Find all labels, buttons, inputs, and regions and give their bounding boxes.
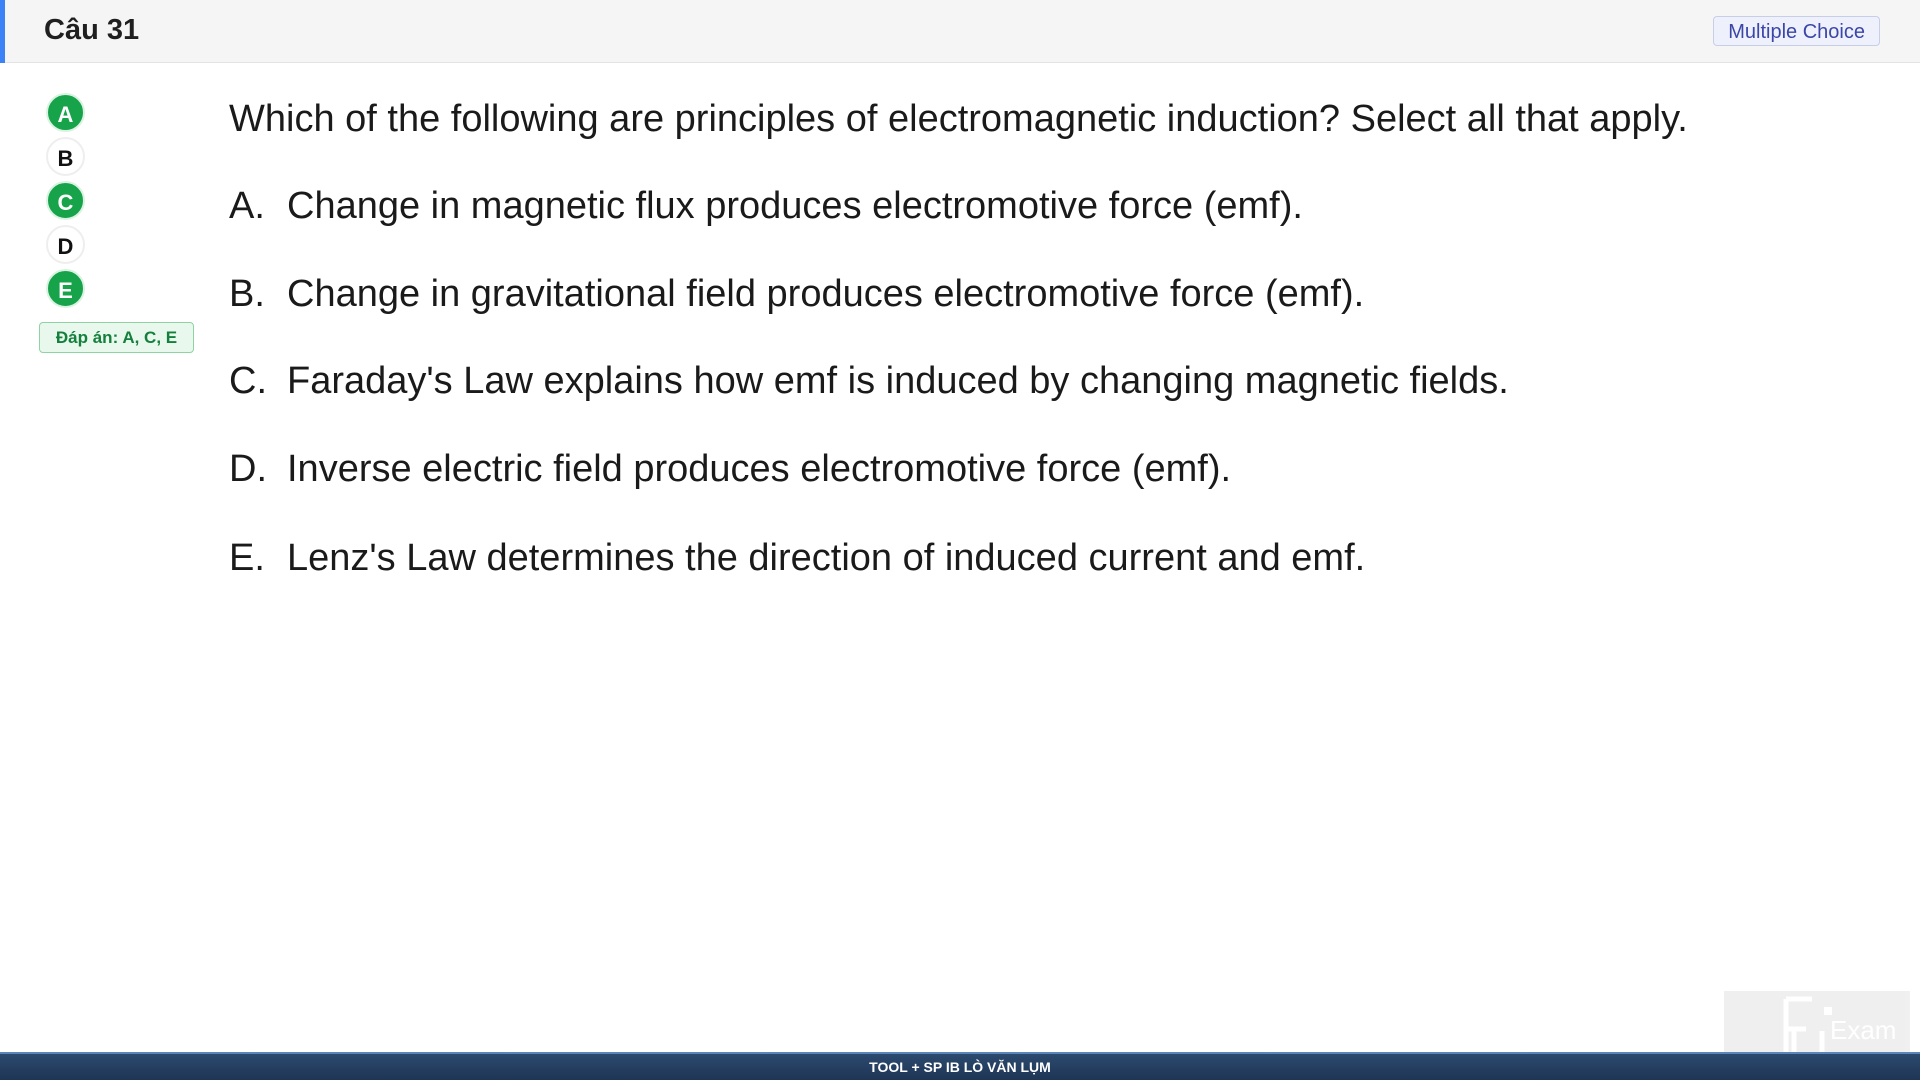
choice-letter: A.: [229, 185, 265, 227]
choice-b: B. Change in gravitational field produces…: [229, 270, 1364, 318]
footer-text: TOOL + SP IB LÒ VĂN LỤM: [869, 1059, 1051, 1075]
choice-letter: C.: [229, 360, 267, 402]
option-a-indicator[interactable]: A: [46, 93, 85, 132]
option-e-indicator[interactable]: E: [46, 269, 85, 308]
choice-a: A. Change in magnetic flux produces elect…: [229, 182, 1303, 230]
choice-letter: B.: [229, 273, 265, 315]
quiz-page: Câu 31 Multiple Choice A B C D E Đáp án:…: [0, 0, 1920, 1080]
answer-key-badge: Đáp án: A, C, E: [39, 322, 194, 353]
option-c-indicator[interactable]: C: [46, 181, 85, 220]
choice-e: E. Lenz's Law determines the direction of…: [229, 534, 1365, 582]
choice-letter: D.: [229, 448, 267, 490]
question-text: Which of the following are principles of…: [229, 98, 1688, 140]
choice-d: D. Inverse electric field produces electr…: [229, 445, 1231, 493]
choice-text: Lenz's Law determines the direction of i…: [287, 537, 1366, 579]
option-b-indicator[interactable]: B: [46, 137, 85, 176]
question-number-title: Câu 31: [44, 14, 140, 46]
option-d-indicator[interactable]: D: [46, 225, 85, 264]
choice-text: Inverse electric field produces electrom…: [287, 448, 1232, 490]
header-accent-bar: [0, 0, 5, 63]
choice-text: Change in magnetic flux produces electro…: [287, 185, 1303, 227]
logo-text: Exam: [1830, 1015, 1896, 1045]
choice-text: Faraday's Law explains how emf is induce…: [287, 360, 1509, 402]
footer-bar: TOOL + SP IB LÒ VĂN LỤM: [0, 1052, 1920, 1080]
question-header: Câu 31 Multiple Choice: [0, 0, 1920, 63]
choice-c: C. Faraday's Law explains how emf is indu…: [229, 357, 1509, 405]
question-type-badge: Multiple Choice: [1713, 16, 1880, 46]
choice-letter: E.: [229, 537, 265, 579]
choice-text: Change in gravitational field produces e…: [287, 273, 1365, 315]
